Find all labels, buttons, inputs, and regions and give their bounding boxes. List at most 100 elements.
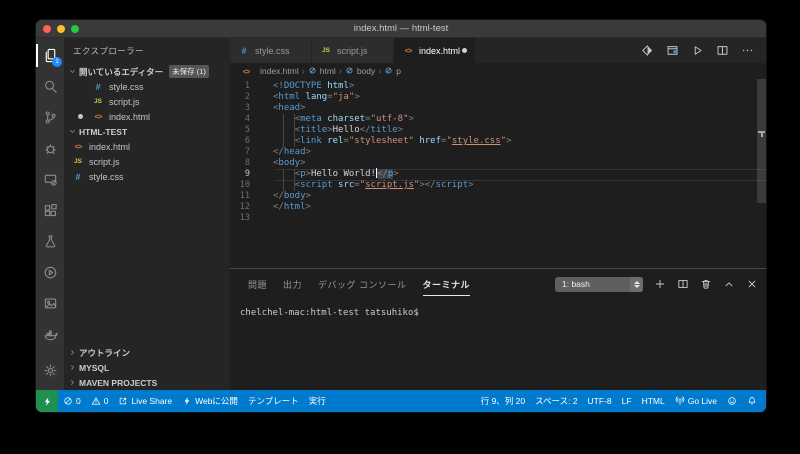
chevron-right-icon bbox=[68, 378, 77, 387]
split-terminal-button[interactable] bbox=[677, 278, 689, 290]
more-actions-button[interactable] bbox=[741, 44, 754, 57]
crumb-label: html bbox=[320, 66, 336, 76]
close-panel-button[interactable] bbox=[746, 278, 758, 290]
activity-image-preview[interactable] bbox=[36, 288, 64, 319]
line-content: <body> bbox=[273, 158, 306, 169]
panel-tab-問題[interactable]: 問題 bbox=[248, 269, 267, 299]
tab-label: style.css bbox=[255, 46, 303, 56]
terminal-select[interactable]: 1: bash bbox=[555, 277, 643, 292]
section-MYSQL[interactable]: MYSQL bbox=[64, 360, 230, 375]
activity-live-share[interactable] bbox=[36, 257, 64, 288]
symbol-icon bbox=[308, 66, 317, 77]
activity-run-debug[interactable] bbox=[36, 133, 64, 164]
status-feedback[interactable] bbox=[722, 390, 742, 412]
panel-tab-デバッグ コンソール[interactable]: デバッグ コンソール bbox=[318, 269, 407, 299]
minimize-window-button[interactable] bbox=[57, 25, 65, 33]
kill-terminal-button[interactable] bbox=[700, 278, 712, 290]
crumb-p[interactable]: p bbox=[384, 66, 401, 77]
code-line-1: 1<!DOCTYPE html> bbox=[230, 81, 766, 92]
activity-testing[interactable] bbox=[36, 226, 64, 257]
code-editor[interactable]: 1<!DOCTYPE html>2<html lang="ja">3<head>… bbox=[230, 79, 766, 268]
crumb-body[interactable]: body bbox=[345, 66, 375, 77]
open-editors-label: 開いているエディター bbox=[79, 66, 163, 78]
file-script.js[interactable]: JSscript.js bbox=[64, 154, 230, 169]
crumb-index.html[interactable]: <>index.html bbox=[240, 66, 299, 76]
status-indentation[interactable]: スペース: 2 bbox=[530, 390, 582, 412]
activity-search[interactable] bbox=[36, 71, 64, 102]
section-アウトライン[interactable]: アウトライン bbox=[64, 345, 230, 360]
tab-style.css[interactable]: #style.css bbox=[230, 38, 312, 63]
chevron-right-icon bbox=[68, 363, 77, 372]
zoom-window-button[interactable] bbox=[71, 25, 79, 33]
line-content: <script src="script.js"></script> bbox=[273, 180, 474, 191]
activity-source-control[interactable] bbox=[36, 102, 64, 133]
trash-icon bbox=[700, 278, 712, 290]
editor-scrollbar[interactable] bbox=[757, 79, 766, 203]
status-publish-web[interactable]: Webに公開 bbox=[177, 390, 243, 412]
status-encoding[interactable]: UTF-8 bbox=[583, 390, 617, 412]
new-terminal-button[interactable] bbox=[654, 278, 666, 290]
line-number: 2 bbox=[230, 92, 250, 103]
title-bar[interactable]: index.html — html-test bbox=[36, 20, 766, 38]
bolt-icon bbox=[182, 396, 192, 406]
open-editor-script.js[interactable]: JSscript.js bbox=[64, 94, 230, 109]
terminal[interactable]: chelchel-mac:html-test tatsuhiko$ bbox=[230, 299, 766, 390]
run-icon bbox=[691, 44, 704, 57]
section-label: MYSQL bbox=[79, 363, 109, 373]
activity-docker[interactable] bbox=[36, 319, 64, 350]
status-label: 実行 bbox=[309, 395, 326, 407]
status-live-share[interactable]: Live Share bbox=[113, 390, 177, 412]
line-content: </html> bbox=[273, 202, 311, 213]
open-in-browser-button[interactable] bbox=[666, 44, 679, 57]
status-template[interactable]: テンプレート bbox=[243, 390, 304, 412]
tabs: #style.cssJSscript.js<>index.html bbox=[230, 38, 476, 63]
line-content: <html lang="ja"> bbox=[273, 92, 360, 103]
share-icon bbox=[118, 396, 128, 406]
split-editor-button[interactable] bbox=[716, 44, 729, 57]
activity-explorer[interactable]: 1 bbox=[36, 40, 64, 71]
file-index.html[interactable]: <>index.html bbox=[64, 139, 230, 154]
tab-index.html[interactable]: <>index.html bbox=[394, 38, 476, 63]
status-go-live[interactable]: Go Live bbox=[670, 390, 722, 412]
window-title: index.html — html-test bbox=[36, 23, 766, 34]
open-editor-index.html[interactable]: <>index.html bbox=[64, 109, 230, 124]
status-run[interactable]: 実行 bbox=[304, 390, 331, 412]
crumb-html[interactable]: html bbox=[308, 66, 336, 77]
remote-indicator[interactable] bbox=[36, 390, 58, 412]
gear-icon bbox=[43, 363, 58, 378]
image-icon bbox=[43, 296, 58, 311]
panel-tab-出力[interactable]: 出力 bbox=[283, 269, 302, 299]
open-editor-style.css[interactable]: #style.css bbox=[64, 79, 230, 94]
modified-dot bbox=[462, 48, 467, 53]
run-file-button[interactable] bbox=[691, 44, 704, 57]
file-style.css[interactable]: #style.css bbox=[64, 169, 230, 184]
open-editors-header[interactable]: 開いているエディター 未保存 (1) bbox=[64, 64, 230, 79]
line-number: 8 bbox=[230, 158, 250, 169]
status-cursor-position[interactable]: 行 9、列 20 bbox=[476, 390, 530, 412]
line-number: 12 bbox=[230, 202, 250, 213]
maximize-panel-button[interactable] bbox=[723, 278, 735, 290]
panel-tab-ターミナル[interactable]: ターミナル bbox=[423, 269, 471, 299]
close-window-button[interactable] bbox=[43, 25, 51, 33]
tab-script.js[interactable]: JSscript.js bbox=[312, 38, 394, 63]
terminal-prompt: chelchel-mac:html-test tatsuhiko$ bbox=[240, 308, 419, 318]
section-MAVEN PROJECTS[interactable]: MAVEN PROJECTS bbox=[64, 375, 230, 390]
status-language-mode[interactable]: HTML bbox=[637, 390, 670, 412]
open-preview-button[interactable] bbox=[641, 44, 654, 57]
activity-extensions[interactable] bbox=[36, 195, 64, 226]
folder-header[interactable]: HTML-TEST bbox=[64, 124, 230, 139]
activity-manage[interactable] bbox=[36, 355, 64, 386]
line-number: 6 bbox=[230, 136, 250, 147]
status-problems-errors[interactable]: 0 bbox=[58, 390, 86, 412]
code-line-12: 12 </html> bbox=[230, 202, 766, 213]
file-label: script.js bbox=[89, 157, 120, 167]
status-notifications[interactable] bbox=[742, 390, 762, 412]
remote-icon bbox=[43, 172, 58, 187]
activity-remote-explorer[interactable] bbox=[36, 164, 64, 195]
status-eol[interactable]: LF bbox=[617, 390, 637, 412]
line-number: 3 bbox=[230, 103, 250, 114]
beaker-icon bbox=[43, 234, 58, 249]
line-content: <title>Hello</title> bbox=[273, 125, 403, 136]
line-content: <!DOCTYPE html> bbox=[273, 81, 354, 92]
status-problems-warnings[interactable]: 0 bbox=[86, 390, 114, 412]
